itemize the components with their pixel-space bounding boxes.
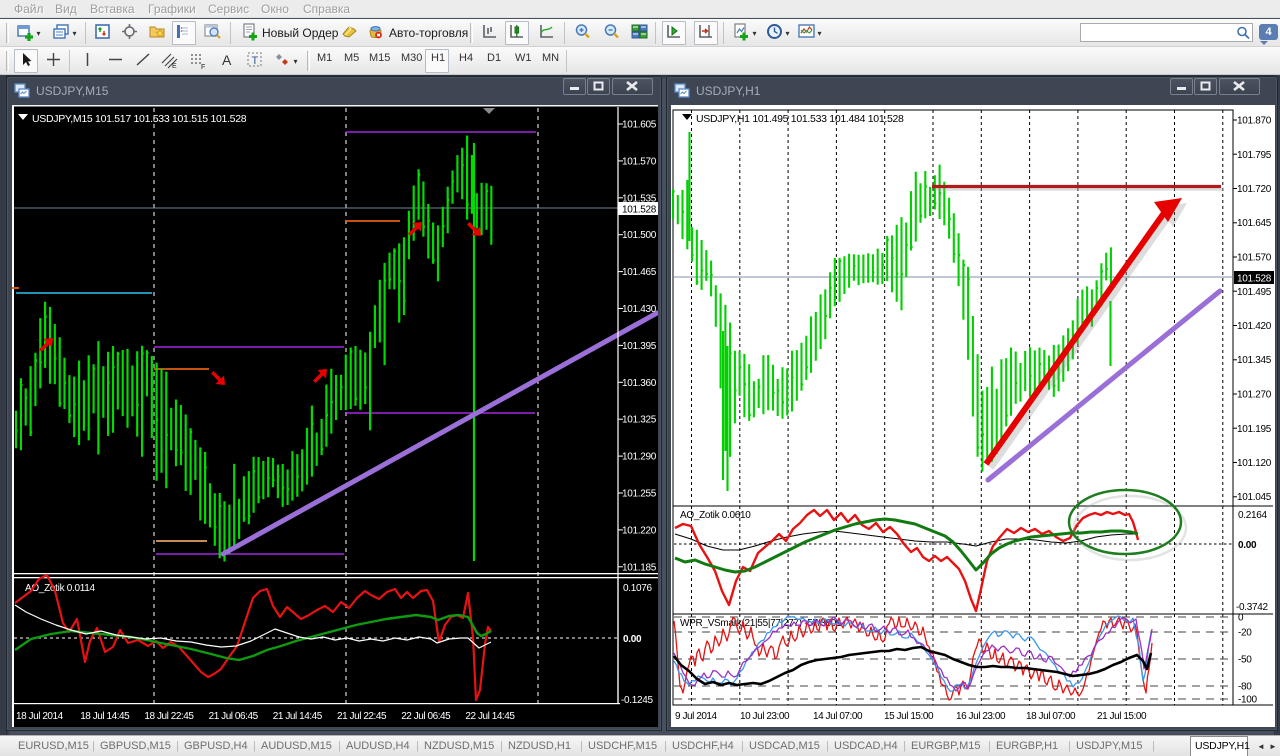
svg-text:18 Jul 2014: 18 Jul 2014 (16, 711, 64, 722)
svg-text:USDJPY,H1 101.495 101.533 101: USDJPY,H1 101.495 101.533 101.484 101.52… (696, 113, 904, 125)
svg-text:101.325: 101.325 (622, 415, 657, 426)
svg-text:0: 0 (1238, 613, 1244, 624)
svg-text:101.645: 101.645 (1237, 218, 1272, 229)
svg-text:21 Jul 15:00: 21 Jul 15:00 (1097, 711, 1147, 722)
svg-text:101.495: 101.495 (1237, 287, 1272, 298)
svg-text:-80: -80 (1238, 682, 1252, 693)
svg-text:101.720: 101.720 (1237, 184, 1272, 195)
svg-text:A: A (222, 52, 232, 68)
svg-text:9 Jul 2014: 9 Jul 2014 (675, 711, 718, 722)
svg-text:14 Jul 07:00: 14 Jul 07:00 (813, 711, 863, 722)
svg-text:101.120: 101.120 (1237, 458, 1272, 469)
svg-text:101.570: 101.570 (1237, 253, 1272, 264)
svg-text:22 Jul 06:45: 22 Jul 06:45 (401, 711, 451, 722)
svg-text:0.1076: 0.1076 (623, 583, 653, 594)
svg-text:USDJPY,M15 101.517 101.533 10: USDJPY,M15 101.517 101.533 101.515 101.5… (32, 113, 247, 125)
svg-text:AO_Zotik 0.0610: AO_Zotik 0.0610 (680, 510, 751, 521)
svg-text:21 Jul 06:45: 21 Jul 06:45 (209, 711, 259, 722)
svg-text:101.270: 101.270 (1237, 390, 1272, 401)
svg-text:101.570: 101.570 (622, 156, 657, 167)
svg-text:21 Jul 14:45: 21 Jul 14:45 (273, 711, 323, 722)
svg-text:15 Jul 15:00: 15 Jul 15:00 (884, 711, 934, 722)
svg-text:E: E (172, 63, 177, 70)
svg-text:101.528: 101.528 (622, 205, 657, 216)
svg-text:10 Jul 23:00: 10 Jul 23:00 (740, 711, 790, 722)
svg-text:T: T (252, 55, 259, 67)
svg-text:18 Jul 07:00: 18 Jul 07:00 (1026, 711, 1076, 722)
svg-text:101.870: 101.870 (1237, 116, 1272, 127)
svg-text:-100: -100 (1238, 695, 1258, 706)
svg-text:101.465: 101.465 (622, 267, 657, 278)
svg-text:101.290: 101.290 (622, 452, 657, 463)
svg-text:101.220: 101.220 (622, 525, 657, 536)
svg-text:101.395: 101.395 (622, 341, 657, 352)
svg-text:-20: -20 (1238, 628, 1252, 639)
svg-text:16 Jul 23:00: 16 Jul 23:00 (956, 711, 1006, 722)
svg-text:0.00: 0.00 (623, 634, 642, 645)
svg-text:101.255: 101.255 (622, 489, 657, 500)
svg-text:101.500: 101.500 (622, 230, 657, 241)
svg-text:18 Jul 22:45: 18 Jul 22:45 (144, 711, 194, 722)
svg-text:101.345: 101.345 (1237, 355, 1272, 366)
svg-text:F: F (201, 64, 205, 71)
svg-text:18 Jul 14:45: 18 Jul 14:45 (80, 711, 130, 722)
svg-text:101.045: 101.045 (1237, 492, 1272, 503)
svg-text:-0.1245: -0.1245 (621, 695, 654, 706)
svg-text:101.430: 101.430 (622, 304, 657, 315)
svg-text:21 Jul 22:45: 21 Jul 22:45 (337, 711, 387, 722)
svg-text:-50: -50 (1238, 655, 1252, 666)
svg-text:101.185: 101.185 (622, 562, 657, 573)
svg-text:101.605: 101.605 (622, 120, 657, 131)
svg-text:101.420: 101.420 (1237, 321, 1272, 332)
svg-text:22 Jul 14:45: 22 Jul 14:45 (465, 711, 515, 722)
svg-text:101.795: 101.795 (1237, 150, 1272, 161)
svg-text:0.2164: 0.2164 (1238, 510, 1268, 521)
svg-text:0.00: 0.00 (1238, 540, 1257, 551)
svg-text:101.195: 101.195 (1237, 424, 1272, 435)
svg-text:101.360: 101.360 (622, 378, 657, 389)
svg-text:-0.3742: -0.3742 (1236, 602, 1269, 613)
svg-text:101.528: 101.528 (1237, 274, 1272, 285)
